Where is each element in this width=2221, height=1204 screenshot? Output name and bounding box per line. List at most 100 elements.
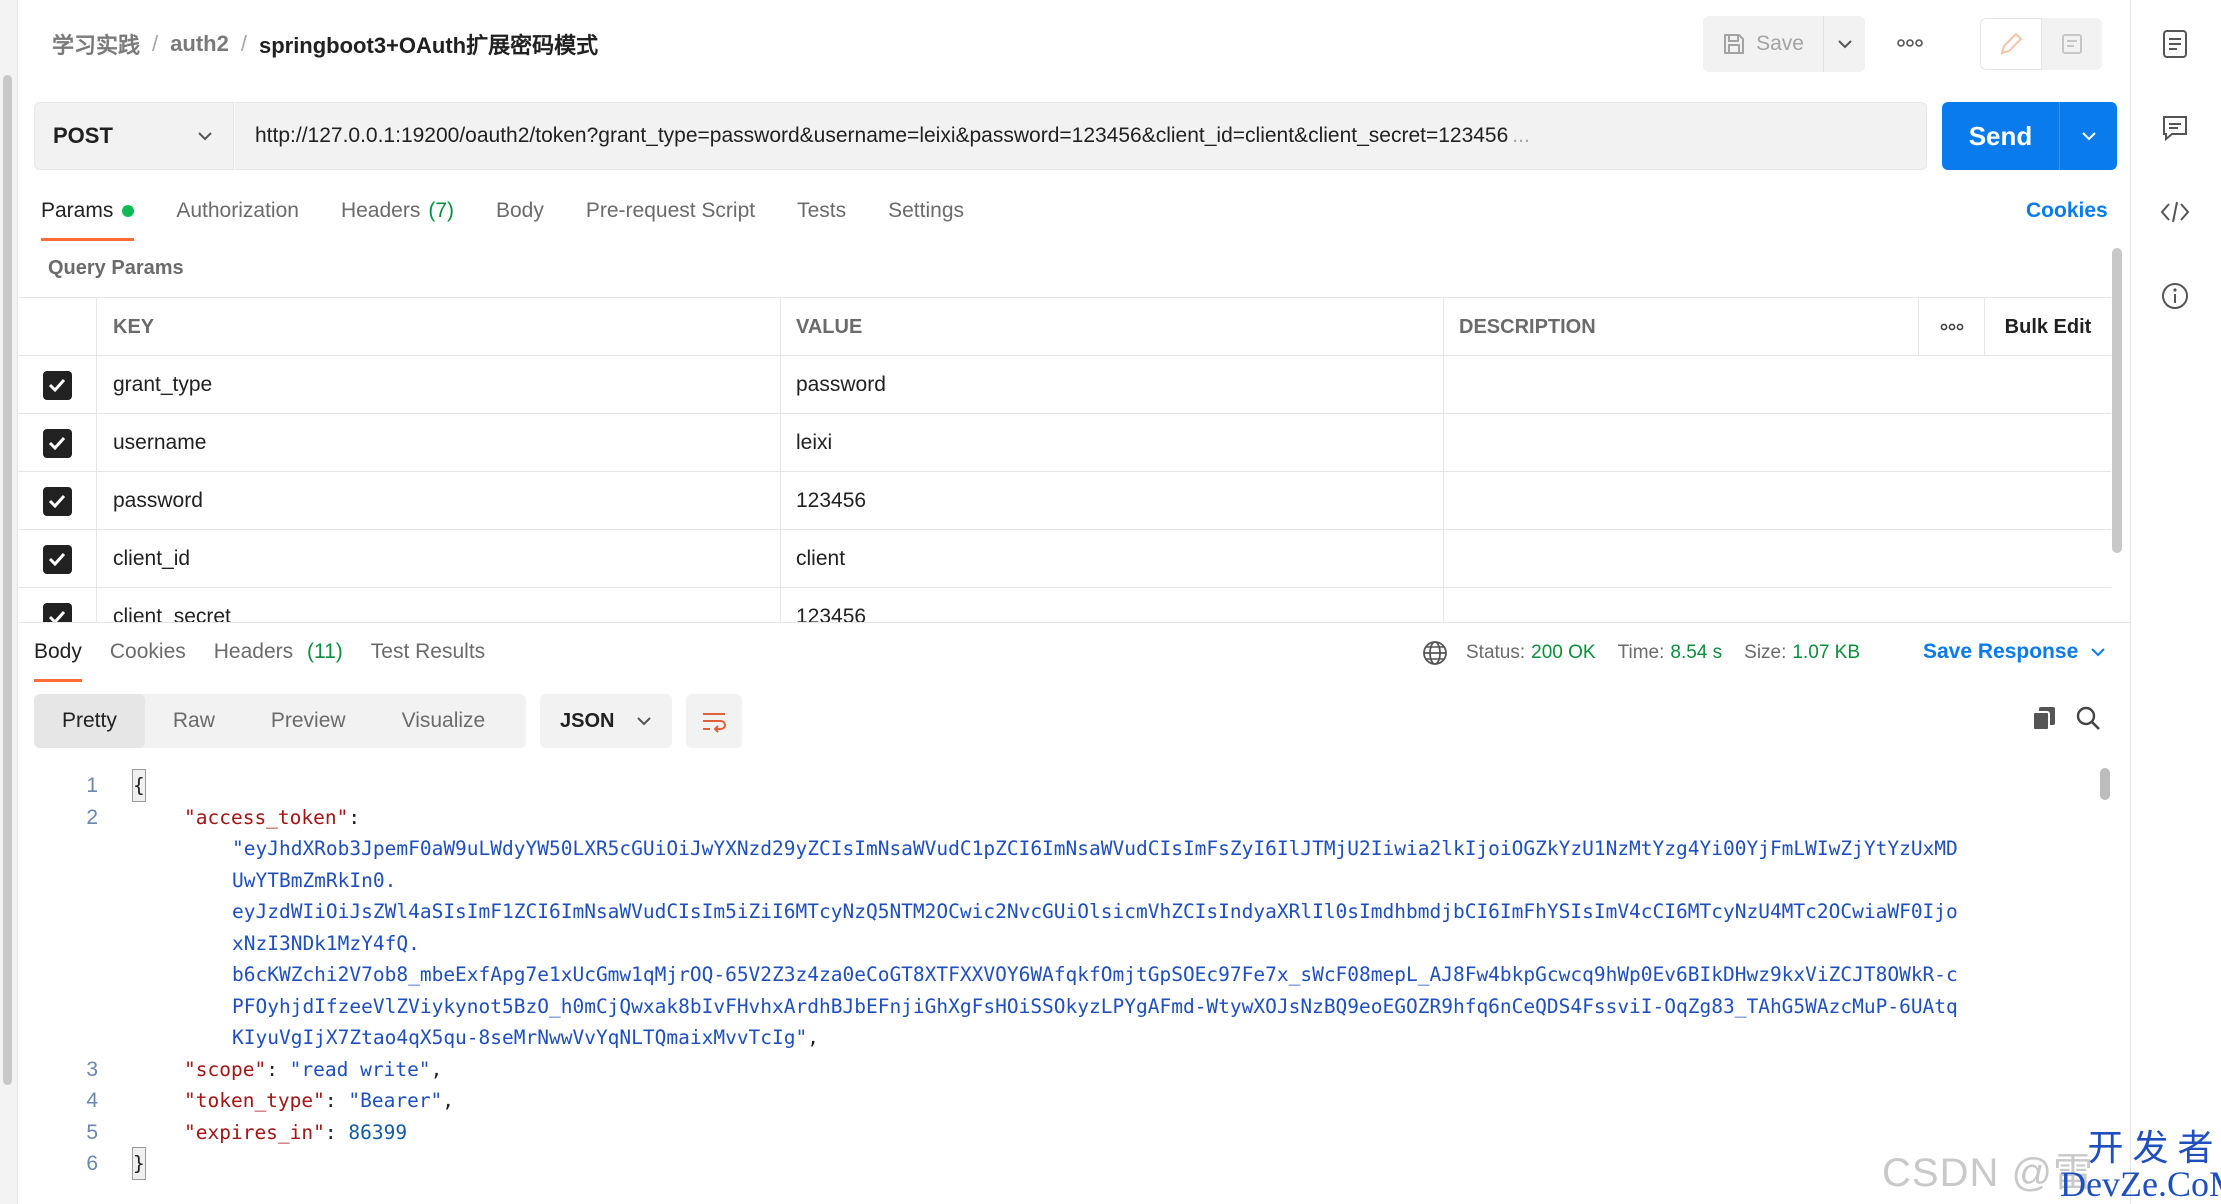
checkbox-checked bbox=[42, 428, 72, 458]
param-value-cell[interactable]: 123456 bbox=[780, 472, 1443, 530]
breadcrumb-separator: / bbox=[152, 31, 159, 56]
wrap-lines-button[interactable] bbox=[686, 694, 742, 748]
response-tab-headers[interactable]: Headers (11) bbox=[214, 640, 343, 664]
chevron-down-icon bbox=[2081, 132, 2096, 141]
code-line: KIyuVgIjX7Ztao4qX5qu-8seMrNwwVvYqNLTQmai… bbox=[232, 1026, 820, 1049]
search-icon[interactable] bbox=[2074, 704, 2102, 737]
row-checkbox[interactable] bbox=[18, 588, 96, 623]
info-icon[interactable] bbox=[2153, 274, 2197, 318]
param-key-cell[interactable]: grant_type bbox=[96, 356, 780, 414]
params-scrollbar[interactable] bbox=[2112, 248, 2122, 553]
status-value[interactable]: 200 OK bbox=[1531, 642, 1595, 664]
code-scrollbar[interactable] bbox=[2100, 768, 2110, 800]
param-value-cell[interactable]: 123456 bbox=[780, 588, 1443, 623]
code-snippet-icon[interactable] bbox=[2153, 190, 2197, 234]
format-visualize[interactable]: Visualize bbox=[374, 694, 514, 748]
comment-mode-button[interactable] bbox=[2042, 18, 2102, 70]
url-input[interactable]: http://127.0.0.1:19200/oauth2/token?gran… bbox=[235, 102, 1927, 170]
table-header-row: KEY VALUE DESCRIPTION Bulk Edit bbox=[18, 297, 2111, 356]
save-button[interactable]: Save bbox=[1703, 16, 1823, 72]
save-response-button[interactable]: Save Response bbox=[1923, 640, 2106, 664]
column-options-button[interactable] bbox=[1918, 298, 1984, 356]
documentation-icon[interactable] bbox=[2153, 22, 2197, 66]
json-key: "scope" bbox=[184, 1058, 267, 1081]
tab-tests[interactable]: Tests bbox=[797, 199, 846, 223]
tab-params[interactable]: Params bbox=[41, 199, 135, 241]
size-value[interactable]: 1.07 KB bbox=[1792, 642, 1860, 664]
url-text: http://127.0.0.1:19200/oauth2/token?gran… bbox=[255, 124, 1509, 147]
tab-body[interactable]: Body bbox=[496, 199, 544, 223]
tab-settings[interactable]: Settings bbox=[888, 199, 964, 223]
param-key-cell[interactable]: client_secret bbox=[96, 588, 780, 623]
row-checkbox[interactable] bbox=[18, 414, 96, 472]
more-actions-button[interactable] bbox=[1890, 28, 1930, 58]
tab-authorization[interactable]: Authorization bbox=[176, 199, 299, 223]
tab-params-label: Params bbox=[41, 199, 114, 222]
globe-icon[interactable] bbox=[1422, 640, 1448, 666]
edit-mode-button[interactable] bbox=[1980, 18, 2042, 70]
response-tab-test-results[interactable]: Test Results bbox=[371, 640, 485, 664]
token-line: KIyuVgIjX7Ztao4qX5qu-8seMrNwwVvYqNLTQmai… bbox=[232, 1026, 808, 1049]
code-line: "access_token": bbox=[184, 806, 361, 829]
param-description-cell[interactable] bbox=[1443, 472, 2111, 530]
more-icon bbox=[1940, 323, 1963, 331]
row-checkbox[interactable] bbox=[18, 472, 96, 530]
language-select[interactable]: JSON bbox=[540, 694, 672, 748]
line-number: 3 bbox=[86, 1058, 98, 1081]
language-label: JSON bbox=[560, 709, 615, 732]
send-button[interactable]: Send bbox=[1942, 102, 2060, 170]
param-value-cell[interactable]: leixi bbox=[780, 414, 1443, 472]
send-button-group: Send bbox=[1942, 102, 2117, 170]
param-description-cell[interactable] bbox=[1443, 530, 2111, 588]
tab-headers[interactable]: Headers (7) bbox=[341, 199, 454, 223]
tab-headers-label: Headers bbox=[340, 199, 421, 222]
copy-icon[interactable] bbox=[2030, 704, 2058, 737]
format-pretty[interactable]: Pretty bbox=[34, 694, 145, 748]
query-params-title: Query Params bbox=[48, 257, 184, 279]
json-value: "Bearer" bbox=[348, 1089, 443, 1112]
param-value-cell[interactable]: password bbox=[780, 356, 1443, 414]
row-checkbox[interactable] bbox=[18, 530, 96, 588]
format-raw[interactable]: Raw bbox=[145, 694, 243, 748]
left-scrollbar-thumb[interactable] bbox=[3, 75, 12, 1085]
checkbox-checked bbox=[42, 544, 72, 574]
bulk-edit-button[interactable]: Bulk Edit bbox=[1984, 298, 2111, 356]
panel-divider[interactable] bbox=[18, 622, 2130, 623]
wrap-lines-icon bbox=[703, 713, 726, 733]
json-key: "expires_in" bbox=[184, 1121, 325, 1144]
format-preview[interactable]: Preview bbox=[243, 694, 374, 748]
row-checkbox[interactable] bbox=[18, 356, 96, 414]
cookies-link[interactable]: Cookies bbox=[2026, 199, 2108, 223]
save-label: Save bbox=[1756, 32, 1804, 55]
response-headers-label: Headers bbox=[213, 640, 294, 663]
param-key-cell[interactable]: password bbox=[96, 472, 780, 530]
param-description-cell[interactable] bbox=[1443, 356, 2111, 414]
method-label: POST bbox=[53, 123, 113, 148]
method-select[interactable]: POST bbox=[34, 102, 234, 170]
token-line: "eyJhdXRob3JpemF0aW9uLWdyYW50LXR5cGUiOiJ… bbox=[232, 837, 1958, 860]
watermark-logo-bottom: DevZe.CoM bbox=[2060, 1164, 2221, 1204]
param-value-cell[interactable]: client bbox=[780, 530, 1443, 588]
tab-prerequest-script[interactable]: Pre-request Script bbox=[586, 199, 755, 223]
line-number: 5 bbox=[86, 1121, 98, 1144]
select-column-header bbox=[18, 298, 96, 356]
breadcrumb-collection[interactable]: auth2 bbox=[170, 31, 229, 57]
param-description-cell[interactable] bbox=[1443, 588, 2111, 623]
param-description-cell[interactable] bbox=[1443, 414, 2111, 472]
code-line: "token_type": "Bearer", bbox=[184, 1089, 455, 1112]
breadcrumb-workspace[interactable]: 学习实践 bbox=[52, 28, 140, 60]
response-body-viewer[interactable]: 1 { 2 "access_token": "eyJhdXRob3JpemF0a… bbox=[34, 769, 2094, 1204]
time-value[interactable]: 8.54 s bbox=[1670, 642, 1722, 664]
send-dropdown-button[interactable] bbox=[2060, 102, 2117, 170]
comments-icon[interactable] bbox=[2153, 106, 2197, 150]
response-tab-cookies[interactable]: Cookies bbox=[110, 640, 186, 664]
param-key-cell[interactable]: client_id bbox=[96, 530, 780, 588]
pencil-icon bbox=[2000, 32, 2023, 55]
request-name[interactable]: springboot3+OAuth扩展密码模式 bbox=[259, 28, 598, 60]
params-active-dot bbox=[122, 205, 135, 217]
response-format-toggle: Pretty Raw Preview Visualize bbox=[34, 694, 526, 748]
chevron-down-icon bbox=[1837, 40, 1852, 49]
response-tab-body[interactable]: Body bbox=[34, 640, 82, 682]
save-dropdown-button[interactable] bbox=[1823, 16, 1865, 72]
param-key-cell[interactable]: username bbox=[96, 414, 780, 472]
